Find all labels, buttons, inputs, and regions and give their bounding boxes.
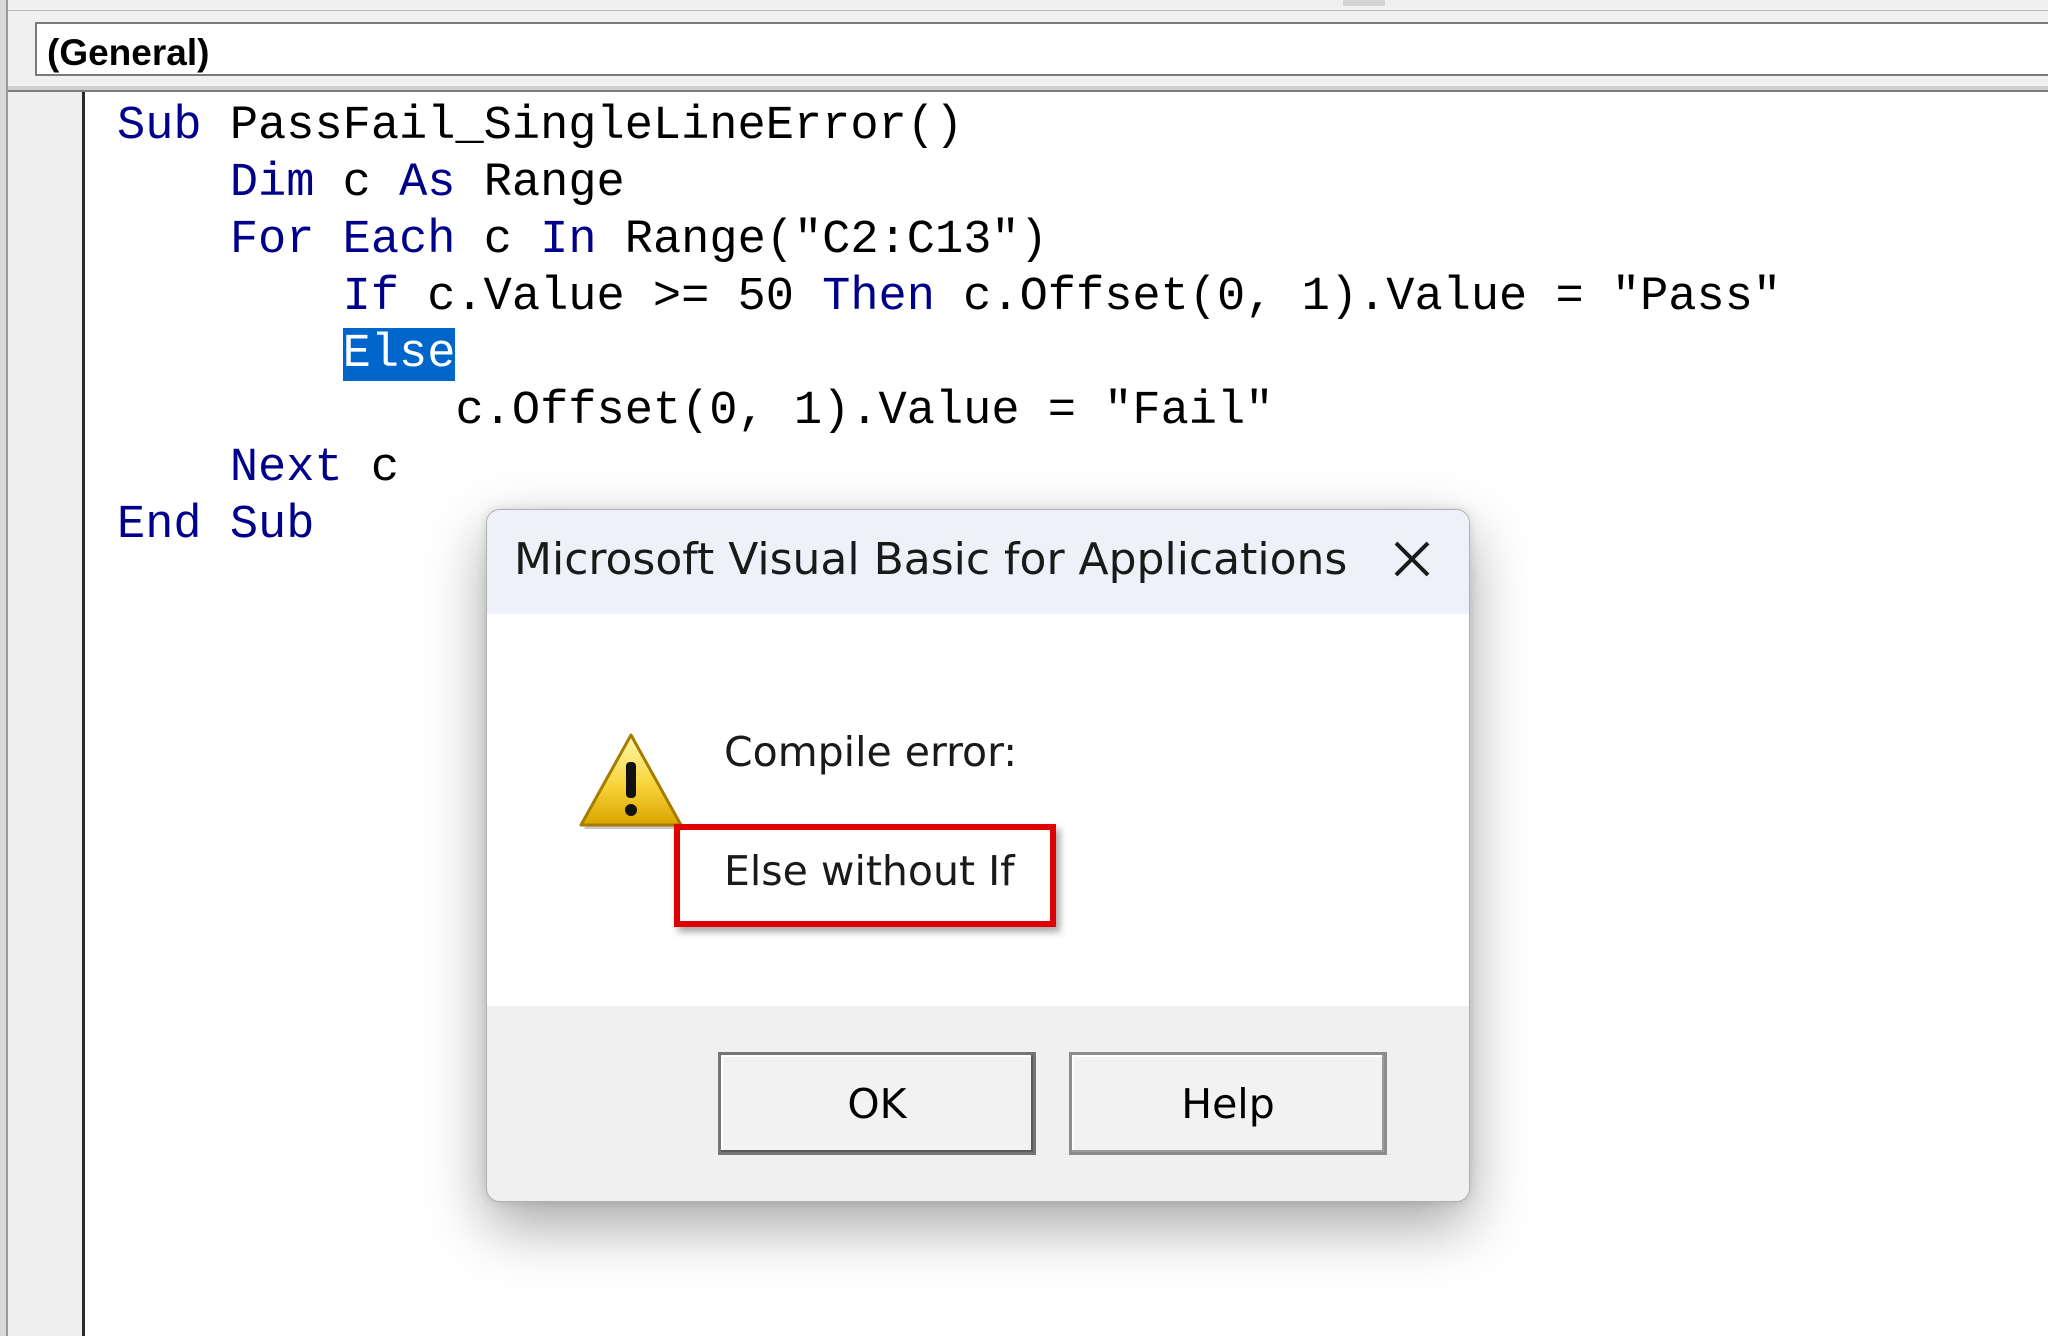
condition: c.Value >= 50 xyxy=(399,271,823,324)
expression: Range("C2:C13") xyxy=(596,214,1048,267)
scroll-splitter[interactable] xyxy=(1343,0,1385,6)
window-top-strip xyxy=(0,0,2048,11)
code-line-2[interactable]: Dim c As Range xyxy=(117,155,625,212)
warning-icon xyxy=(575,729,687,833)
keyword: End xyxy=(117,499,202,552)
close-icon[interactable] xyxy=(1381,528,1443,590)
statement: c.Offset(0, 1).Value = "Fail" xyxy=(455,385,1274,438)
object-combo-value: (General) xyxy=(47,32,210,73)
identifier: c xyxy=(314,157,400,210)
keyword: If xyxy=(342,271,400,324)
code-line-4[interactable]: If c.Value >= 50 Then c.Offset(0, 1).Val… xyxy=(117,269,1781,326)
code-line-3[interactable]: For Each c In Range("C2:C13") xyxy=(117,212,1048,269)
ok-button[interactable]: OK xyxy=(718,1052,1036,1155)
compile-error-dialog: Microsoft Visual Basic for Applications xyxy=(486,509,1470,1202)
error-heading: Compile error: xyxy=(724,728,1018,776)
error-detail: Else without If xyxy=(724,847,1015,895)
dialog-title: Microsoft Visual Basic for Applications xyxy=(514,534,1348,585)
keyword: As xyxy=(399,157,456,210)
procedure-name: PassFail_SingleLineError() xyxy=(201,100,964,153)
identifier: c xyxy=(342,442,400,495)
code-line-1[interactable]: Sub PassFail_SingleLineError() xyxy=(117,98,963,155)
object-combo-box[interactable]: (General) xyxy=(35,22,2048,76)
selected-else-keyword[interactable]: Else xyxy=(342,328,456,381)
code-line-6[interactable]: c.Offset(0, 1).Value = "Fail" xyxy=(117,383,1273,440)
keyword: Sub xyxy=(117,100,202,153)
dialog-footer: OK Help xyxy=(487,1006,1469,1201)
window-left-border xyxy=(0,0,8,1336)
code-line-5[interactable]: Else xyxy=(117,326,456,383)
code-line-8[interactable]: End Sub xyxy=(117,497,314,554)
keyword: Next xyxy=(229,442,343,495)
margin-indicator-bar[interactable] xyxy=(8,92,82,1336)
keyword: Each xyxy=(342,214,456,267)
statement: c.Offset(0, 1).Value = "Pass" xyxy=(934,271,1782,324)
identifier: c xyxy=(455,214,541,267)
dialog-titlebar[interactable]: Microsoft Visual Basic for Applications xyxy=(487,510,1469,614)
keyword: Dim xyxy=(229,157,315,210)
type-name: Range xyxy=(455,157,625,210)
keyword: For xyxy=(229,214,315,267)
keyword: In xyxy=(540,214,597,267)
keyword: Sub xyxy=(229,499,315,552)
keyword: Then xyxy=(822,271,935,324)
code-line-7[interactable]: Next c xyxy=(117,440,399,497)
help-button[interactable]: Help xyxy=(1069,1052,1387,1155)
